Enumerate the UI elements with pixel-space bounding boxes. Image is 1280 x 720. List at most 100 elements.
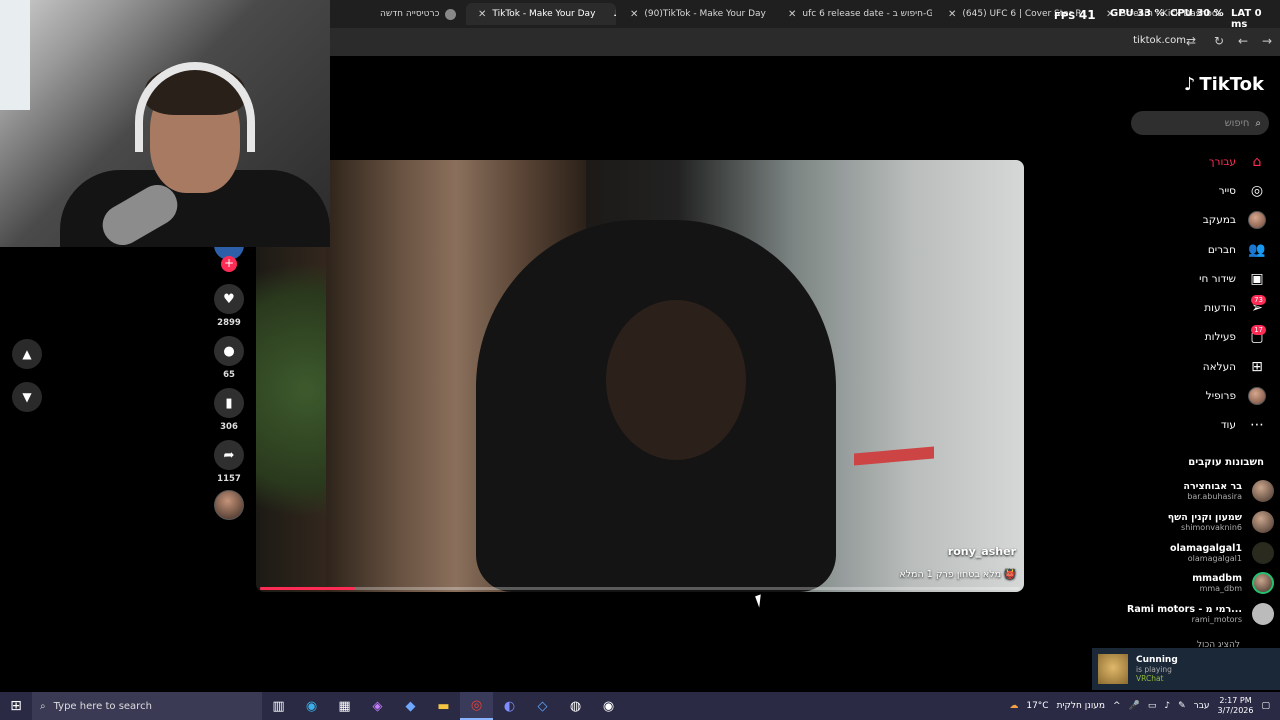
language-indicator[interactable]: עבר — [1194, 701, 1210, 711]
account-name: בר אבוחצירה — [1183, 481, 1242, 492]
chrome-icon[interactable]: ◎ — [460, 692, 493, 720]
office-icon[interactable]: ◆ — [394, 692, 427, 720]
heart-icon[interactable]: ♥ — [214, 284, 244, 314]
save-count: 306 — [220, 422, 238, 432]
video-progress-fill — [260, 587, 355, 590]
obs-icon[interactable]: ◉ — [592, 692, 625, 720]
site-settings-icon[interactable]: ⇄ — [1186, 34, 1196, 48]
account-handle: mma_dbm — [1199, 584, 1242, 593]
close-icon[interactable]: ✕ — [630, 9, 638, 20]
copilot-icon[interactable]: ◈ — [361, 692, 394, 720]
search-icon: ⌕ — [1255, 117, 1261, 129]
windows-start-icon[interactable]: ⊞ — [0, 692, 32, 720]
chevron-up-icon[interactable]: ^ — [1113, 701, 1121, 711]
close-icon[interactable]: ✕ — [788, 9, 796, 20]
nav-live[interactable]: שידור חי ▣ — [1136, 264, 1266, 293]
reload-icon[interactable]: ↻ — [1214, 34, 1224, 48]
discord-icon[interactable]: ◐ — [493, 692, 526, 720]
following-account[interactable]: mmadbm mma_dbm — [1124, 568, 1274, 598]
nav-messages[interactable]: הודעות ➢ 73 — [1136, 293, 1266, 322]
clock[interactable]: 2:17 PM 3/7/2026 — [1218, 696, 1254, 716]
tab-tiktok-2[interactable]: ✕ (90)TikTok - Make Your Day ♪ — [624, 3, 774, 25]
steam-icon[interactable]: ◍ — [559, 692, 592, 720]
nav-label: העלאה — [1202, 360, 1236, 373]
account-avatar — [1252, 572, 1274, 594]
mic-icon[interactable]: 🎤 — [1129, 701, 1140, 711]
store-icon[interactable]: ▦ — [328, 692, 361, 720]
nav-label: במעקב — [1202, 214, 1236, 227]
account-avatar — [1252, 511, 1274, 533]
following-accounts-title: חשבונות עוקבים — [1188, 457, 1264, 468]
previous-video-button[interactable]: ▲ — [12, 339, 42, 369]
next-video-button[interactable]: ▼ — [12, 382, 42, 412]
save-action: ▮ 306 — [214, 388, 244, 432]
taskbar-search-placeholder: Type here to search — [53, 700, 152, 712]
nav-label: פעילות — [1204, 331, 1236, 344]
bookmark-icon[interactable]: ▮ — [214, 388, 244, 418]
video-player[interactable]: rony_asher מלא בטחון פרק 1 המלא 👹 — [256, 160, 1024, 592]
nav-activity[interactable]: פעילות ▢ 17 — [1136, 323, 1266, 352]
forward-icon[interactable]: → — [1262, 34, 1272, 48]
following-account[interactable]: שמעון וקנין השף shimonvaknin6 — [1124, 507, 1274, 537]
nav-more[interactable]: עוד ⋯ — [1136, 411, 1266, 440]
volume-icon[interactable]: ♪ — [1164, 701, 1170, 711]
activity-badge: 17 — [1251, 324, 1266, 335]
task-view-icon[interactable]: ▥ — [262, 692, 295, 720]
nav-profile[interactable]: פרופיל — [1136, 381, 1266, 410]
account-handle: shimonvaknin6 — [1181, 523, 1242, 532]
following-account[interactable]: olamagalgal1 olamagalgal1 — [1124, 538, 1274, 568]
system-tray: ☁ 17°C מעונן חלקית ^ 🎤 ▭ ♪ ✎ עבר 2:17 PM… — [1009, 692, 1280, 720]
following-account[interactable]: בר אבוחצירה bar.abuhasira — [1124, 476, 1274, 506]
video-username[interactable]: rony_asher — [948, 545, 1016, 558]
nav-following[interactable]: במעקב — [1136, 206, 1266, 235]
friend-status: is playing — [1136, 665, 1172, 674]
nav-for-you[interactable]: עבורך ⌂ — [1136, 147, 1266, 176]
comment-count: 65 — [223, 370, 235, 380]
tiktok-logo[interactable]: ♪ TikTok — [1184, 74, 1264, 95]
app-icon[interactable]: ◇ — [526, 692, 559, 720]
network-icon[interactable]: ▭ — [1148, 701, 1157, 711]
follow-button[interactable]: + — [221, 256, 237, 272]
live-icon: ▣ — [1250, 270, 1264, 287]
friends-icon: 👥 — [1248, 241, 1266, 258]
tab-google-search[interactable]: ✕ ufc 6 release date - חיפוש ב-Go — [782, 3, 932, 25]
steam-notification[interactable]: Cunning is playing VRChat — [1092, 648, 1280, 690]
nav-label: עבורך — [1208, 155, 1236, 168]
nav-friends[interactable]: חברים 👥 — [1136, 235, 1266, 264]
pen-icon[interactable]: ✎ — [1178, 701, 1186, 711]
nav-label: סייר — [1218, 184, 1236, 197]
nav-explore[interactable]: סייר ◎ — [1136, 176, 1266, 205]
account-handle: rami_motors — [1191, 615, 1242, 624]
tab-title: כרטיסייה חדשה — [380, 9, 440, 19]
following-account[interactable]: Rami motors - רמי מ... rami_motors — [1124, 599, 1274, 629]
friend-game: VRChat — [1136, 674, 1164, 683]
nav-upload[interactable]: העלאה ⊞ — [1136, 352, 1266, 381]
clock-time: 2:17 PM — [1219, 696, 1252, 705]
webcam-overlay — [0, 0, 330, 247]
nav-label: פרופיל — [1205, 390, 1236, 403]
taskbar-search-input[interactable]: ⌕ Type here to search — [32, 692, 262, 720]
tiktok-wordmark: TikTok — [1199, 74, 1264, 95]
url-text[interactable]: tiktok.com — [1133, 35, 1186, 46]
weather-temp[interactable]: 17°C — [1026, 701, 1048, 711]
edge-icon[interactable]: ◉ — [295, 692, 328, 720]
share-icon[interactable]: ➦ — [214, 440, 244, 470]
chrome-icon — [445, 8, 457, 20]
share-count: 1157 — [217, 474, 241, 484]
close-icon[interactable]: ✕ — [478, 9, 486, 20]
tiktok-icon: ♪ — [613, 9, 616, 19]
account-name: Rami motors - רמי מ... — [1127, 604, 1242, 615]
back-icon[interactable]: ← — [1238, 34, 1248, 48]
notification-icon[interactable]: ▢ — [1261, 701, 1270, 711]
friend-avatar — [1098, 654, 1128, 684]
tab-new-tab[interactable]: כרטיסייה חדשה — [380, 3, 460, 25]
file-explorer-icon[interactable]: ▬ — [427, 692, 460, 720]
sound-avatar[interactable] — [214, 490, 244, 520]
comment-icon[interactable]: ● — [214, 336, 244, 366]
search-input[interactable]: חיפוש ⌕ — [1131, 111, 1269, 135]
window-light — [0, 0, 30, 110]
close-icon[interactable]: ✕ — [948, 9, 956, 20]
video-progress-bar[interactable] — [260, 587, 1020, 590]
video-description: מלא בטחון פרק 1 המלא 👹 — [899, 569, 1016, 580]
tab-tiktok-active[interactable]: ✕ TikTok - Make Your Day ♪ — [466, 3, 616, 25]
